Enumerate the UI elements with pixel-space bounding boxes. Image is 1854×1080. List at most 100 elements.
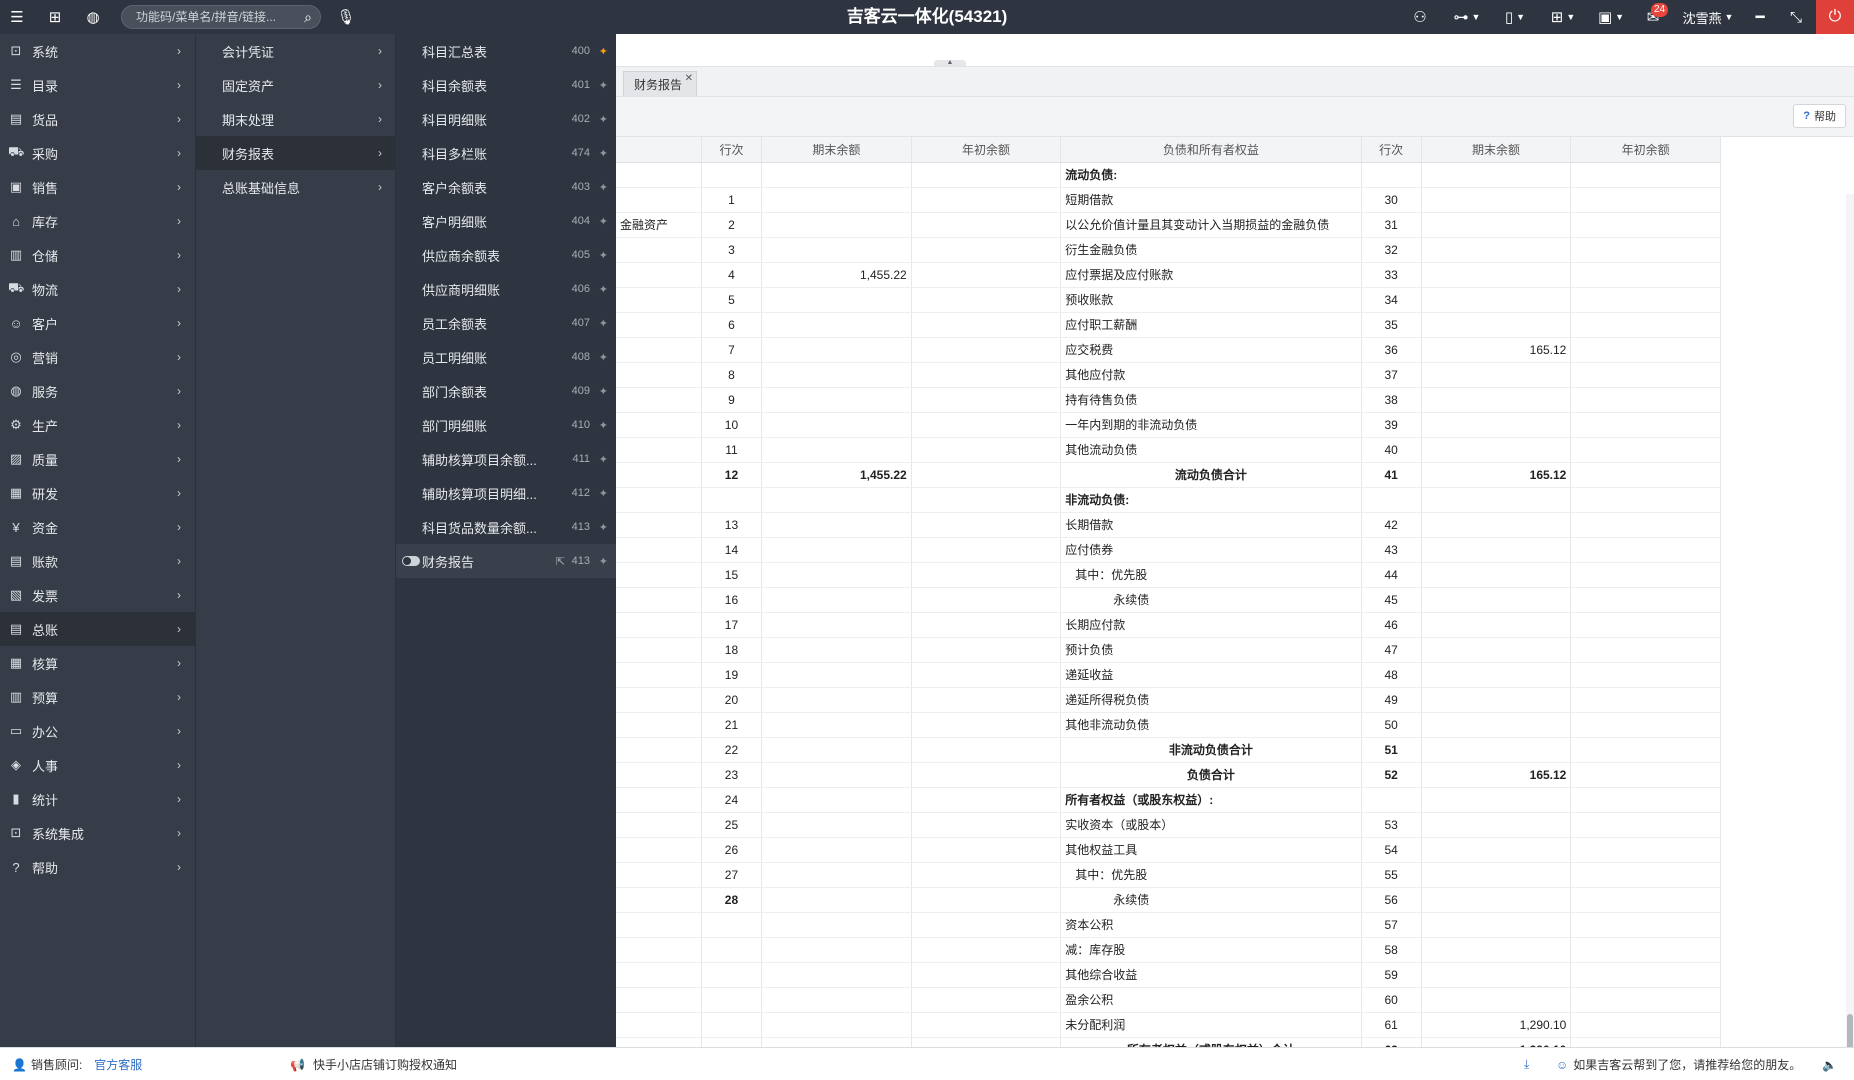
report-menu-item[interactable]: 科目货品数量余额... 413 ✦: [396, 510, 617, 544]
liability-start-balance[interactable]: [1570, 187, 1721, 213]
liability-end-balance[interactable]: 165.12: [1421, 462, 1572, 488]
liability-end-balance[interactable]: [1421, 362, 1572, 388]
layout-dropdown[interactable]: ▯ ▼: [1498, 0, 1532, 34]
liability-end-balance[interactable]: [1421, 862, 1572, 888]
table-row[interactable]: 17 长期应付款 46: [616, 612, 1721, 638]
asset-end-balance[interactable]: [761, 737, 912, 763]
liability-end-balance[interactable]: 1,290.10: [1421, 1037, 1572, 1047]
asset-end-balance[interactable]: [761, 812, 912, 838]
report-menu-item[interactable]: 辅助核算项目余额... 411 ✦: [396, 442, 617, 476]
org-chart-dropdown[interactable]: ⊶ ▼: [1450, 0, 1484, 34]
asset-end-balance[interactable]: [761, 912, 912, 938]
asset-end-balance[interactable]: [761, 562, 912, 588]
table-row[interactable]: 19 递延收益 48: [616, 662, 1721, 688]
official-service-link[interactable]: 官方客服: [94, 1056, 142, 1073]
asset-start-balance[interactable]: [911, 987, 1062, 1013]
menu-item[interactable]: ▥ 预算 ›: [0, 680, 195, 714]
asset-start-balance[interactable]: [911, 212, 1062, 238]
external-link-icon[interactable]: ⇱: [556, 555, 565, 568]
liability-end-balance[interactable]: [1421, 562, 1572, 588]
liability-end-balance[interactable]: [1421, 512, 1572, 538]
liability-end-balance[interactable]: [1421, 612, 1572, 638]
liability-end-balance[interactable]: [1421, 187, 1572, 213]
asset-end-balance[interactable]: [761, 312, 912, 338]
asset-end-balance[interactable]: [761, 787, 912, 813]
menu-item[interactable]: ◈ 人事 ›: [0, 748, 195, 782]
liability-start-balance[interactable]: [1570, 412, 1721, 438]
liability-end-balance[interactable]: [1421, 437, 1572, 463]
asset-end-balance[interactable]: [761, 412, 912, 438]
asset-start-balance[interactable]: [911, 587, 1062, 613]
asset-end-balance[interactable]: [761, 662, 912, 688]
table-row[interactable]: 4 1,455.22 应付票据及应付账款 33: [616, 262, 1721, 288]
asset-start-balance[interactable]: [911, 1012, 1062, 1038]
apps-grid-icon[interactable]: ⊞: [42, 0, 68, 34]
pin-icon[interactable]: ✦: [599, 453, 608, 466]
liability-start-balance[interactable]: [1570, 937, 1721, 963]
liability-start-balance[interactable]: [1570, 562, 1721, 588]
pin-icon[interactable]: ✦: [599, 45, 608, 58]
table-row[interactable]: 11 其他流动负债 40: [616, 437, 1721, 463]
menu-item[interactable]: ⌂ 库存 ›: [0, 204, 195, 238]
table-row[interactable]: 盈余公积 60: [616, 987, 1721, 1013]
table-row[interactable]: 非流动负债:: [616, 487, 1721, 513]
table-row[interactable]: 未分配利润 61 1,290.10: [616, 1012, 1721, 1038]
report-menu-item[interactable]: 供应商明细账 406 ✦: [396, 272, 617, 306]
report-menu-item[interactable]: 客户明细账 404 ✦: [396, 204, 617, 238]
table-row[interactable]: 16 永续债 45: [616, 587, 1721, 613]
menu-item[interactable]: ⊡ 系统集成 ›: [0, 816, 195, 850]
pin-icon[interactable]: ✦: [599, 555, 608, 568]
menu-item[interactable]: ◍ 服务 ›: [0, 374, 195, 408]
liability-start-balance[interactable]: [1570, 837, 1721, 863]
asset-start-balance[interactable]: [911, 937, 1062, 963]
liability-end-balance[interactable]: [1421, 737, 1572, 763]
liability-end-balance[interactable]: [1421, 712, 1572, 738]
menu-item[interactable]: ▤ 总账 ›: [0, 612, 195, 646]
table-row[interactable]: 6 应付职工薪酬 35: [616, 312, 1721, 338]
asset-start-balance[interactable]: [911, 1037, 1062, 1047]
menu-item[interactable]: ▦ 核算 ›: [0, 646, 195, 680]
asset-end-balance[interactable]: [761, 187, 912, 213]
liability-start-balance[interactable]: [1570, 162, 1721, 188]
pin-icon[interactable]: ✦: [599, 351, 608, 364]
menu-item[interactable]: ▦ 研发 ›: [0, 476, 195, 510]
asset-end-balance[interactable]: 1,455.22: [761, 262, 912, 288]
asset-end-balance[interactable]: [761, 487, 912, 513]
liability-start-balance[interactable]: [1570, 237, 1721, 263]
liability-end-balance[interactable]: [1421, 837, 1572, 863]
modules-dropdown[interactable]: ⊞ ▼: [1546, 0, 1580, 34]
table-row[interactable]: 25 实收资本（或股本） 53: [616, 812, 1721, 838]
menu-item[interactable]: ☺ 客户 ›: [0, 306, 195, 340]
liability-end-balance[interactable]: [1421, 637, 1572, 663]
asset-end-balance[interactable]: [761, 862, 912, 888]
liability-start-balance[interactable]: [1570, 337, 1721, 363]
table-row[interactable]: 28 永续债 56: [616, 887, 1721, 913]
liability-end-balance[interactable]: [1421, 662, 1572, 688]
pin-icon[interactable]: ✦: [599, 385, 608, 398]
report-menu-item[interactable]: 部门明细账 410 ✦: [396, 408, 617, 442]
asset-end-balance[interactable]: [761, 162, 912, 188]
table-row[interactable]: 9 持有待售负债 38: [616, 387, 1721, 413]
asset-start-balance[interactable]: [911, 162, 1062, 188]
pin-icon[interactable]: ✦: [599, 487, 608, 500]
submenu-item[interactable]: 固定资产 ›: [196, 68, 396, 102]
liability-start-balance[interactable]: [1570, 262, 1721, 288]
submenu-item[interactable]: 会计凭证 ›: [196, 34, 396, 68]
submenu-item[interactable]: 总账基础信息 ›: [196, 170, 396, 204]
asset-start-balance[interactable]: [911, 237, 1062, 263]
table-row[interactable]: 14 应付债券 43: [616, 537, 1721, 563]
menu-item[interactable]: ▮ 统计 ›: [0, 782, 195, 816]
asset-start-balance[interactable]: [911, 362, 1062, 388]
report-menu-item[interactable]: 部门余额表 409 ✦: [396, 374, 617, 408]
menu-item[interactable]: ¥ 资金 ›: [0, 510, 195, 544]
liability-start-balance[interactable]: [1570, 637, 1721, 663]
table-row[interactable]: 流动负债:: [616, 162, 1721, 188]
submenu-item[interactable]: 期末处理 ›: [196, 102, 396, 136]
asset-start-balance[interactable]: [911, 487, 1062, 513]
asset-end-balance[interactable]: [761, 712, 912, 738]
close-icon[interactable]: ✕: [685, 73, 693, 84]
asset-end-balance[interactable]: [761, 762, 912, 788]
liability-end-balance[interactable]: [1421, 212, 1572, 238]
asset-end-balance[interactable]: 1,455.22: [761, 462, 912, 488]
table-row[interactable]: 3 衍生金融负债 32: [616, 237, 1721, 263]
